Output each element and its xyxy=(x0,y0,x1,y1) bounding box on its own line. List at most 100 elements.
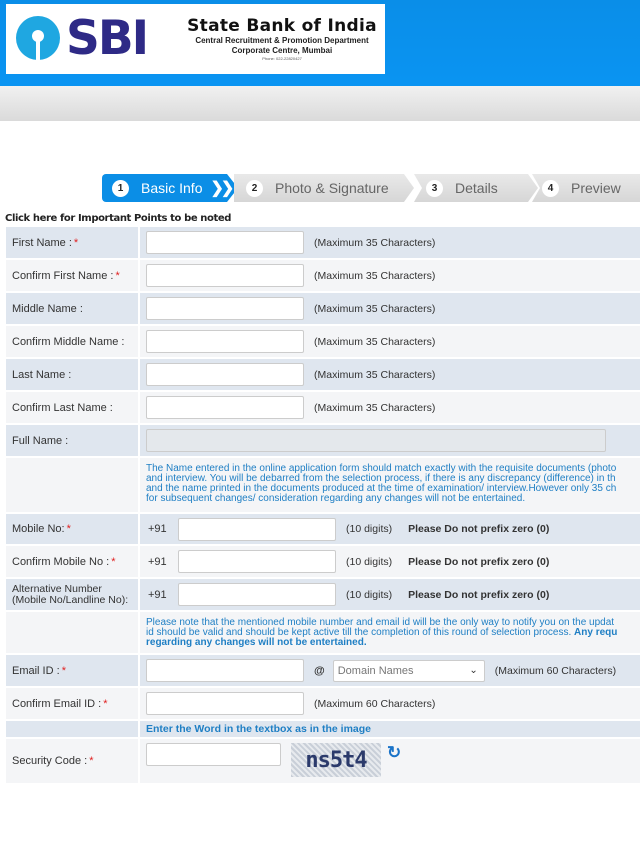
domain-select-value: Domain Names xyxy=(337,664,414,677)
last-name-input[interactable] xyxy=(146,363,304,386)
confirm-middle-name-label: Confirm Middle Name : xyxy=(6,326,140,357)
label-text: Alternative Number xyxy=(12,582,102,595)
step-details[interactable]: 3 Details xyxy=(414,174,538,202)
label-text: Mobile No: xyxy=(12,523,65,535)
label-text: Security Code : xyxy=(12,755,88,767)
security-code-input[interactable] xyxy=(146,743,281,766)
first-name-input[interactable] xyxy=(146,231,304,254)
domain-select[interactable]: Domain Names ⌄ xyxy=(332,659,485,682)
confirm-email-row: Confirm Email ID : * (Maximum 60 Characte… xyxy=(6,688,640,721)
mobile-row: Mobile No: * +91 (10 digits) Please Do not … xyxy=(6,514,640,546)
step-photo-signature[interactable]: 2 Photo & Signature xyxy=(234,174,414,202)
label-text: First Name : xyxy=(12,236,72,249)
captcha-image: ns5t4 xyxy=(291,743,381,777)
email-row: Email ID : * @ Domain Names ⌄ (Maximum 60 Ch… xyxy=(6,655,640,688)
country-code: +91 xyxy=(148,523,167,535)
captcha-prompt: Enter the Word in the textbox as in the … xyxy=(146,723,372,735)
at-symbol: @ xyxy=(314,664,325,677)
confirm-last-name-input[interactable] xyxy=(146,396,304,419)
note-text-bold: Any requ xyxy=(574,627,618,638)
max-length-hint: (Maximum 35 Characters) xyxy=(314,401,436,414)
email-input[interactable] xyxy=(146,659,304,682)
refresh-captcha-icon[interactable]: ↻ xyxy=(387,743,401,763)
required-mark: * xyxy=(66,523,71,535)
country-code: +91 xyxy=(148,555,167,568)
confirm-mobile-row: Confirm Mobile No : * +91 (10 digits) Pleas… xyxy=(6,546,640,579)
label-text: (Mobile No/Landline No): xyxy=(12,593,129,606)
empty-label xyxy=(6,721,140,737)
confirm-email-input[interactable] xyxy=(146,692,304,715)
step-label: Photo & Signature xyxy=(275,180,389,196)
step-number: 1 xyxy=(112,179,129,197)
chevron-down-icon: ⌄ xyxy=(469,665,478,676)
no-zero-hint: Please Do not prefix zero (0) xyxy=(408,555,550,568)
note-text-bold: regarding any changes will not be entert… xyxy=(146,637,367,648)
max-length-hint: (Maximum 35 Characters) xyxy=(314,335,436,348)
email-label: Email ID : * xyxy=(6,655,140,686)
full-name-readonly-field xyxy=(146,429,606,452)
required-mark: * xyxy=(89,755,94,767)
confirm-mobile-input[interactable] xyxy=(178,550,336,573)
name-match-note: The Name entered in the online applicati… xyxy=(140,458,616,512)
org-location: Corporate Centre, Mumbai xyxy=(231,46,333,55)
alternative-number-label: Alternative Number (Mobile No/Landline No… xyxy=(6,579,140,610)
no-zero-hint: Please Do not prefix zero (0) xyxy=(408,523,550,535)
full-name-row: Full Name : xyxy=(6,425,640,458)
max-length-hint: (Maximum 35 Characters) xyxy=(314,269,436,282)
confirm-middle-name-row: Confirm Middle Name : (Maximum 35 Charac… xyxy=(6,326,640,359)
first-name-row: First Name : * (Maximum 35 Characters) xyxy=(6,227,640,260)
mobile-input[interactable] xyxy=(178,517,336,541)
required-mark: * xyxy=(73,236,79,249)
label-text: Confirm Mobile No : xyxy=(12,555,110,568)
required-mark: * xyxy=(61,664,66,677)
label-text: Email ID : xyxy=(12,664,60,677)
alternative-number-input[interactable] xyxy=(178,583,336,606)
mobile-label: Mobile No: * xyxy=(6,514,140,544)
step-preview[interactable]: 4 Preview xyxy=(532,174,640,202)
confirm-middle-name-input[interactable] xyxy=(146,330,304,353)
security-code-row: Security Code : * ns5t4 ↻ xyxy=(6,739,640,785)
max-length-hint: (Maximum 35 Characters) xyxy=(314,236,436,249)
label-text: Confirm Email ID : xyxy=(12,697,102,710)
middle-name-row: Middle Name : (Maximum 35 Characters) xyxy=(6,293,640,326)
digits-hint: (10 digits) xyxy=(346,555,393,568)
site-header: SBI State Bank of India Central Recruitm… xyxy=(0,0,640,86)
security-code-label: Security Code : * xyxy=(6,739,140,783)
sbi-logo-text: SBI xyxy=(66,11,149,66)
confirm-first-name-input[interactable] xyxy=(146,264,304,287)
label-text: Confirm First Name : xyxy=(12,269,114,282)
required-mark: * xyxy=(111,555,116,568)
digits-hint: (10 digits) xyxy=(346,523,393,535)
digits-hint: (10 digits) xyxy=(346,588,393,601)
confirm-email-label: Confirm Email ID : * xyxy=(6,688,140,719)
step-number: 3 xyxy=(426,179,443,197)
country-code: +91 xyxy=(148,588,167,601)
confirm-mobile-label: Confirm Mobile No : * xyxy=(6,546,140,577)
step-basic-info[interactable]: 1 Basic Info ❯❯ xyxy=(102,174,238,202)
org-department: Central Recruitment & Promotion Departme… xyxy=(195,36,369,45)
contact-note-row: Please note that the mentioned mobile nu… xyxy=(6,612,640,655)
step-number: 4 xyxy=(542,179,559,197)
step-label: Basic Info xyxy=(141,180,203,196)
middle-name-input[interactable] xyxy=(146,297,304,320)
progress-steps: 1 Basic Info ❯❯ 2 Photo & Signature 3 De… xyxy=(102,174,640,202)
org-phone: Phone: 022-22820427 xyxy=(262,56,302,61)
max-length-hint: (Maximum 60 Characters) xyxy=(494,664,617,677)
note-line: for subsequent changes/ consideration re… xyxy=(146,493,526,504)
required-mark: * xyxy=(115,269,120,282)
important-points-link[interactable]: Click here for Important Points to be no… xyxy=(5,213,231,224)
max-length-hint: (Maximum 35 Characters) xyxy=(314,302,436,315)
note-line: regarding any changes will not be entert… xyxy=(146,638,617,648)
max-length-hint: (Maximum 60 Characters) xyxy=(314,697,436,710)
step-number: 2 xyxy=(246,179,263,197)
confirm-first-name-label: Confirm First Name : * xyxy=(6,260,140,291)
organization-info: State Bank of India Central Recruitment … xyxy=(176,16,388,61)
middle-name-label: Middle Name : xyxy=(6,293,140,324)
confirm-last-name-row: Confirm Last Name : (Maximum 35 Characte… xyxy=(6,392,640,425)
last-name-label: Last Name : xyxy=(6,359,140,390)
basic-info-form: First Name : * (Maximum 35 Characters) Co… xyxy=(6,227,640,785)
double-chevron-right-icon: ❯❯ xyxy=(210,180,234,197)
org-title: State Bank of India xyxy=(187,16,377,36)
confirm-last-name-label: Confirm Last Name : xyxy=(6,392,140,423)
first-name-label: First Name : * xyxy=(6,227,140,258)
